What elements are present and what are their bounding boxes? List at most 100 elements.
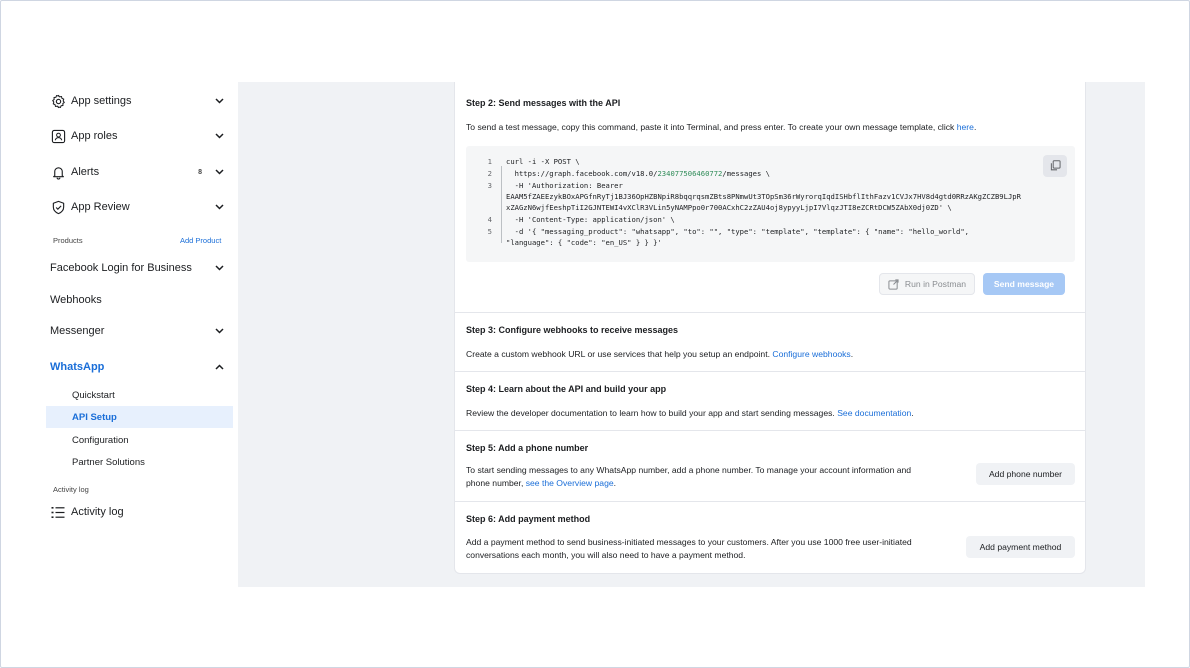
step-5-description: To start sending messages to any WhatsAp… [466, 464, 946, 490]
line-number: 4 [487, 215, 492, 224]
sidebar-subitem-partner-solutions[interactable]: Partner Solutions [46, 451, 233, 473]
run-in-postman-button[interactable]: Run in Postman [879, 273, 975, 295]
sidebar-subitem-label: Configuration [72, 434, 129, 446]
chevron-down-icon[interactable] [214, 131, 224, 141]
sidebar-item-label: Alerts [71, 166, 100, 178]
step-3-section: Step 3: Configure webhooks to receive me… [455, 313, 1085, 372]
sidebar-item-activity-log[interactable]: Activity log [50, 497, 224, 527]
sidebar-item-whatsapp[interactable]: WhatsApp [50, 354, 224, 380]
step-6-section: Step 6: Add payment method Add a payment… [455, 502, 1085, 574]
chevron-down-icon[interactable] [214, 202, 224, 212]
code-line: 2 https://graph.facebook.com/v18.0/23407… [466, 168, 1066, 179]
chevron-down-icon[interactable] [214, 326, 224, 336]
step-2-title: Step 2: Send messages with the API [466, 98, 621, 108]
sidebar-subitem-label: API Setup [72, 411, 117, 423]
step-4-title: Step 4: Learn about the API and build yo… [466, 384, 667, 394]
step-5-desc-text: phone number, [466, 478, 526, 488]
see-overview-page-link[interactable]: see the Overview page [526, 478, 614, 488]
sidebar-item-label: Webhooks [50, 294, 102, 306]
copy-icon [1050, 159, 1061, 173]
step-5-desc-line: phone number, see the Overview page. [466, 477, 946, 490]
code-line: xZAGzN6wjfEeshpTiI2GJNTEWI4vXClR3VLin5yN… [466, 202, 1066, 213]
chevron-down-icon[interactable] [214, 263, 224, 273]
sidebar-item-label: App roles [71, 130, 118, 142]
code-line: 5 -d '{ "messaging_product": "whatsapp",… [466, 226, 1066, 237]
code-text: EAAM5fZAEEzykBOxAPGfnRyTj1BJ36OpHZBNpiR8… [506, 192, 1021, 201]
line-number: 1 [487, 157, 492, 166]
sidebar-subitem-label: Quickstart [72, 389, 115, 401]
sidebar-subitem-quickstart[interactable]: Quickstart [46, 384, 233, 406]
user-badge-icon [50, 128, 66, 144]
sidebar-item-messenger[interactable]: Messenger [50, 318, 224, 344]
external-link-icon [888, 278, 899, 290]
configure-webhooks-link[interactable]: Configure webhooks [772, 349, 850, 359]
send-message-label: Send message [993, 279, 1055, 289]
copy-code-button[interactable] [1043, 155, 1067, 177]
run-in-postman-label: Run in Postman [904, 279, 967, 289]
bell-icon [50, 164, 66, 180]
sidebar-item-alerts[interactable]: Alerts 8 [50, 157, 224, 187]
add-product-link[interactable]: Add Product [180, 236, 221, 245]
create-template-link[interactable]: here [957, 122, 974, 132]
shield-check-icon [50, 199, 66, 215]
phone-number-id: 234077506460772 [657, 169, 723, 178]
code-line: "language": { "code": "en_US" } } }' [466, 237, 1066, 248]
sidebar-subitem-configuration[interactable]: Configuration [46, 429, 233, 451]
step-5-desc-line: To start sending messages to any WhatsAp… [466, 465, 912, 475]
add-payment-method-label: Add payment method [979, 542, 1062, 552]
sidebar-item-webhooks[interactable]: Webhooks [50, 287, 224, 313]
sidebar-subitem-label: Partner Solutions [72, 456, 145, 468]
step-6-desc-line: Add a payment method to send business-in… [466, 537, 912, 547]
code-text: -H 'Authorization: Bearer [506, 181, 623, 190]
step-4-section: Step 4: Learn about the API and build yo… [455, 372, 1085, 431]
code-url-prefix: https://graph.facebook.com/v18.0/ [506, 169, 658, 178]
step-5-title: Step 5: Add a phone number [466, 443, 589, 453]
step-3-desc-suffix: . [850, 349, 854, 359]
line-number: 3 [487, 181, 492, 190]
alerts-count-badge: 8 [198, 168, 202, 176]
sidebar-item-label: WhatsApp [50, 361, 105, 373]
sidebar-item-app-settings[interactable]: App settings [50, 86, 224, 116]
sidebar-item-label: App settings [71, 95, 132, 107]
sidebar-item-facebook-login[interactable]: Facebook Login for Business [50, 255, 224, 281]
sidebar-item-app-review[interactable]: App Review [50, 192, 224, 222]
step-6-desc-line: conversations each month, you will also … [466, 550, 746, 560]
sidebar-subitem-api-setup[interactable]: API Setup [46, 406, 233, 428]
sidebar-item-label: Facebook Login for Business [50, 262, 192, 274]
add-payment-method-button[interactable]: Add payment method [966, 536, 1075, 558]
line-number: 5 [487, 227, 492, 236]
sidebar-item-app-roles[interactable]: App roles [50, 121, 224, 151]
code-url-suffix: /messages \ [722, 169, 770, 178]
step-4-desc-text: Review the developer documentation to le… [466, 408, 838, 418]
sidebar-item-label: App Review [71, 201, 130, 213]
chevron-down-icon[interactable] [214, 167, 224, 177]
api-setup-card: Step 2: Send messages with the API To se… [454, 82, 1086, 574]
step-2-desc-text: To send a test message, copy this comman… [466, 122, 957, 132]
code-text: -H 'Content-Type: application/json' \ [506, 215, 675, 224]
code-line: 1 curl -i -X POST \ [466, 156, 1066, 167]
gear-icon [50, 93, 66, 109]
step-6-title: Step 6: Add payment method [466, 514, 591, 524]
add-phone-number-label: Add phone number [988, 469, 1063, 479]
step-5-section: Step 5: Add a phone number To start send… [455, 431, 1085, 502]
activity-section-label: Activity log [53, 485, 89, 494]
code-line: EAAM5fZAEEzykBOxAPGfnRyTj1BJ36OpHZBNpiR8… [466, 191, 1066, 202]
step-3-desc-text: Create a custom webhook URL or use servi… [466, 349, 773, 359]
curl-code-block[interactable]: 1 curl -i -X POST \ 2 https://graph.faceb… [466, 146, 1075, 262]
code-text: -d '{ "messaging_product": "whatsapp", "… [506, 227, 970, 236]
step-3-title: Step 3: Configure webhooks to receive me… [466, 325, 679, 335]
chevron-up-icon[interactable] [214, 362, 224, 372]
see-documentation-link[interactable]: See documentation [837, 408, 911, 418]
step-5-desc-suffix: . [613, 478, 617, 488]
step-4-desc-suffix: . [911, 408, 914, 418]
code-text: "language": { "code": "en_US" } } }' [506, 238, 662, 247]
send-message-button[interactable]: Send message [983, 273, 1065, 295]
code-line: 3 -H 'Authorization: Bearer [466, 180, 1066, 191]
add-phone-number-button[interactable]: Add phone number [976, 463, 1075, 485]
code-text: https://graph.facebook.com/v18.0/2340775… [506, 168, 770, 179]
products-section-label: Products [53, 236, 83, 245]
chevron-down-icon[interactable] [214, 96, 224, 106]
list-icon [50, 504, 66, 520]
code-line: 4 -H 'Content-Type: application/json' \ [466, 214, 1066, 225]
sidebar-item-label: Messenger [50, 325, 105, 337]
